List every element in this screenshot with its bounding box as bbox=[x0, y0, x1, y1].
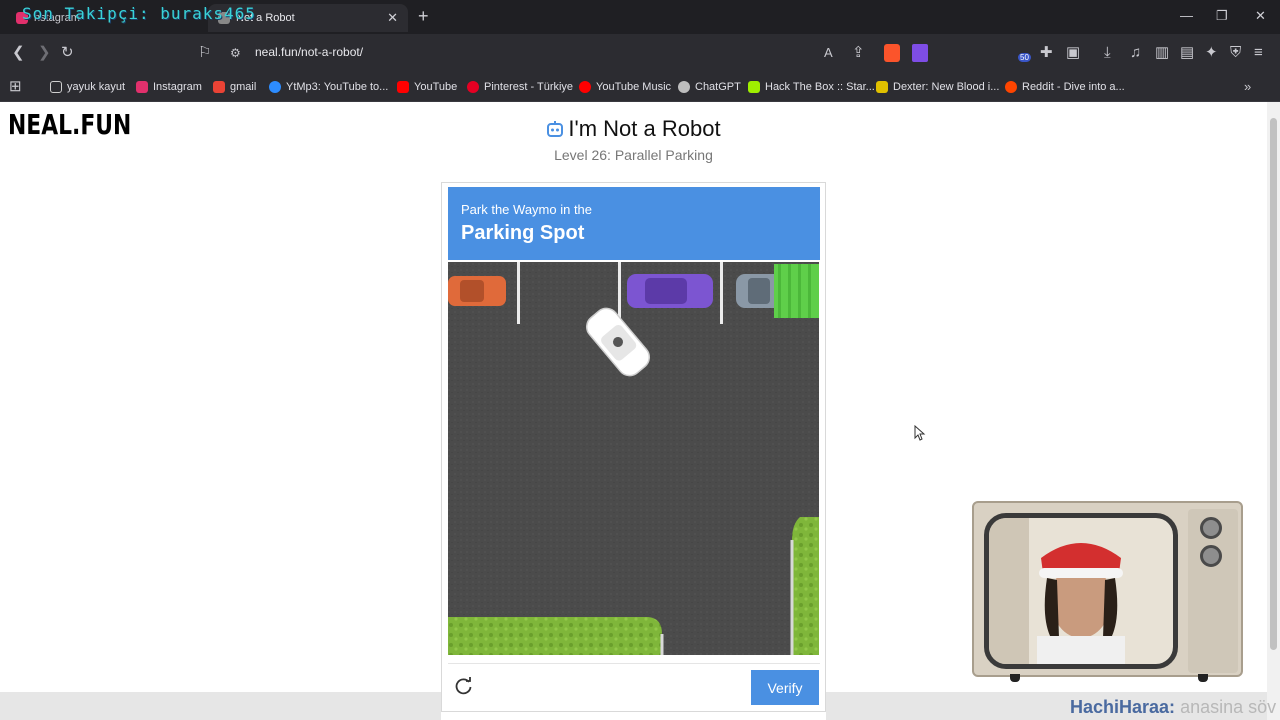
parking-line bbox=[618, 262, 621, 324]
chatgpt-icon bbox=[678, 81, 690, 93]
bookmark-item[interactable]: YouTube Music bbox=[579, 78, 671, 96]
robot-icon bbox=[547, 121, 564, 137]
scrollbar-thumb[interactable] bbox=[1270, 118, 1277, 650]
webcam-tv-frame bbox=[972, 501, 1243, 677]
captcha-header: Park the Waymo in the Parking Spot bbox=[448, 187, 820, 260]
reddit-icon bbox=[1005, 81, 1017, 93]
level-subtitle: Level 26: Parallel Parking bbox=[554, 147, 713, 163]
parking-lot-scene bbox=[448, 262, 819, 655]
mouse-cursor-icon bbox=[914, 425, 926, 441]
tv-control-panel bbox=[1188, 509, 1238, 673]
bookmark-item[interactable]: gmail bbox=[213, 78, 256, 96]
webcam-feed bbox=[984, 513, 1178, 669]
grass-right bbox=[792, 517, 819, 655]
minimize-icon[interactable]: — bbox=[1180, 8, 1193, 23]
purple-car bbox=[627, 274, 713, 308]
brave-rewards-icon[interactable] bbox=[912, 44, 928, 62]
captcha-instruction: Park the Waymo in the bbox=[461, 202, 593, 217]
asphalt bbox=[448, 262, 819, 655]
leo-icon[interactable]: ✦ bbox=[1205, 43, 1218, 63]
apps-grid-icon[interactable]: ⊞ bbox=[9, 77, 22, 97]
captcha-target: Parking Spot bbox=[461, 222, 585, 244]
instagram-icon bbox=[136, 81, 148, 93]
download-icon[interactable]: ⤓ bbox=[1104, 43, 1111, 63]
imdb-icon bbox=[876, 81, 888, 93]
page-title: I'm Not a Robot bbox=[0, 116, 1267, 142]
new-tab-icon[interactable]: + bbox=[418, 6, 429, 27]
pinterest-icon bbox=[467, 81, 479, 93]
extensions-icon[interactable]: ✚ bbox=[1040, 43, 1053, 63]
tv-knob-icon bbox=[1200, 545, 1222, 567]
browser-titlebar: nstagram Not a Robot ✕ Son Takipçi: bura… bbox=[0, 0, 1280, 34]
translate-icon[interactable]: A bbox=[824, 43, 833, 63]
forward-icon[interactable]: ❯ bbox=[38, 43, 51, 63]
bookmark-item[interactable]: ChatGPT bbox=[678, 78, 741, 96]
bookmark-item[interactable]: Pinterest - Türkiye bbox=[467, 78, 573, 96]
back-icon[interactable]: ❮ bbox=[12, 43, 25, 63]
tv-leg bbox=[1198, 674, 1208, 682]
page-footer-strip bbox=[0, 692, 441, 720]
stream-overlay-text: Son Takipçi: buraks465 bbox=[22, 4, 256, 23]
webcam-image bbox=[989, 518, 1173, 664]
music-icon[interactable]: ♫ bbox=[1130, 43, 1141, 63]
parking-line bbox=[720, 262, 723, 324]
folder-icon bbox=[50, 81, 62, 93]
sidebar-icon[interactable]: ▣ bbox=[1066, 43, 1080, 63]
browser-toolbar: ❮ ❯ ↻ ⚐ ⚙ A ⇪ ✚ ▣ ⤓ ♫ ▥ ▤ ✦ ⛨ ≡ bbox=[0, 34, 1280, 72]
stream-chat-message: HachiHaraa: anasina söv bbox=[1070, 697, 1277, 717]
wallet-icon[interactable]: ▤ bbox=[1180, 43, 1194, 63]
youtube-icon bbox=[397, 81, 409, 93]
brave-shield-icon[interactable] bbox=[884, 44, 900, 62]
hackthebox-icon bbox=[748, 81, 760, 93]
address-bar[interactable]: neal.fun/not-a-robot/ bbox=[255, 45, 363, 59]
bookmark-item[interactable]: Hack The Box :: Star... bbox=[748, 78, 875, 96]
bookmark-item[interactable]: YtMp3: YouTube to... bbox=[269, 78, 388, 96]
gmail-icon bbox=[213, 81, 225, 93]
bookmark-item[interactable]: yayuk kayut bbox=[50, 78, 125, 96]
tv-knob-icon bbox=[1200, 517, 1222, 539]
bookmarks-bar: ⊞ yayuk kayut Instagram gmail YtMp3: You… bbox=[0, 72, 1280, 102]
bookmark-icon[interactable]: ⚐ bbox=[198, 43, 211, 63]
share-icon[interactable]: ⇪ bbox=[852, 43, 865, 63]
parking-line bbox=[517, 262, 520, 324]
menu-icon[interactable]: ≡ bbox=[1254, 43, 1263, 63]
captcha-footer-divider bbox=[448, 663, 820, 664]
bookmark-item[interactable]: Reddit - Dive into a... bbox=[1005, 78, 1125, 96]
more-bookmarks-icon[interactable]: » bbox=[1244, 77, 1251, 97]
bookmark-item[interactable]: Dexter: New Blood i... bbox=[876, 78, 999, 96]
bookmark-item[interactable]: Instagram bbox=[136, 78, 202, 96]
close-tab-icon[interactable]: ✕ bbox=[387, 10, 398, 26]
bookmark-item[interactable]: YouTube bbox=[397, 78, 457, 96]
panel-icon[interactable]: ▥ bbox=[1155, 43, 1169, 63]
reload-icon[interactable]: ↻ bbox=[61, 43, 74, 63]
site-settings-icon[interactable]: ⚙ bbox=[230, 43, 241, 63]
maximize-icon[interactable]: ❐ bbox=[1216, 8, 1228, 24]
tv-leg bbox=[1010, 674, 1020, 682]
grass-bottom bbox=[448, 617, 662, 655]
ytmp3-icon bbox=[269, 81, 281, 93]
vpn-icon[interactable]: ⛨ bbox=[1230, 43, 1241, 63]
verify-button[interactable]: Verify bbox=[751, 670, 819, 705]
orange-car bbox=[448, 276, 506, 306]
close-window-icon[interactable]: ✕ bbox=[1255, 8, 1266, 24]
youtube-music-icon bbox=[579, 81, 591, 93]
parking-lot-canvas[interactable] bbox=[448, 262, 819, 655]
notification-badge: 50 bbox=[1018, 53, 1031, 62]
reload-challenge-icon[interactable] bbox=[454, 676, 474, 696]
